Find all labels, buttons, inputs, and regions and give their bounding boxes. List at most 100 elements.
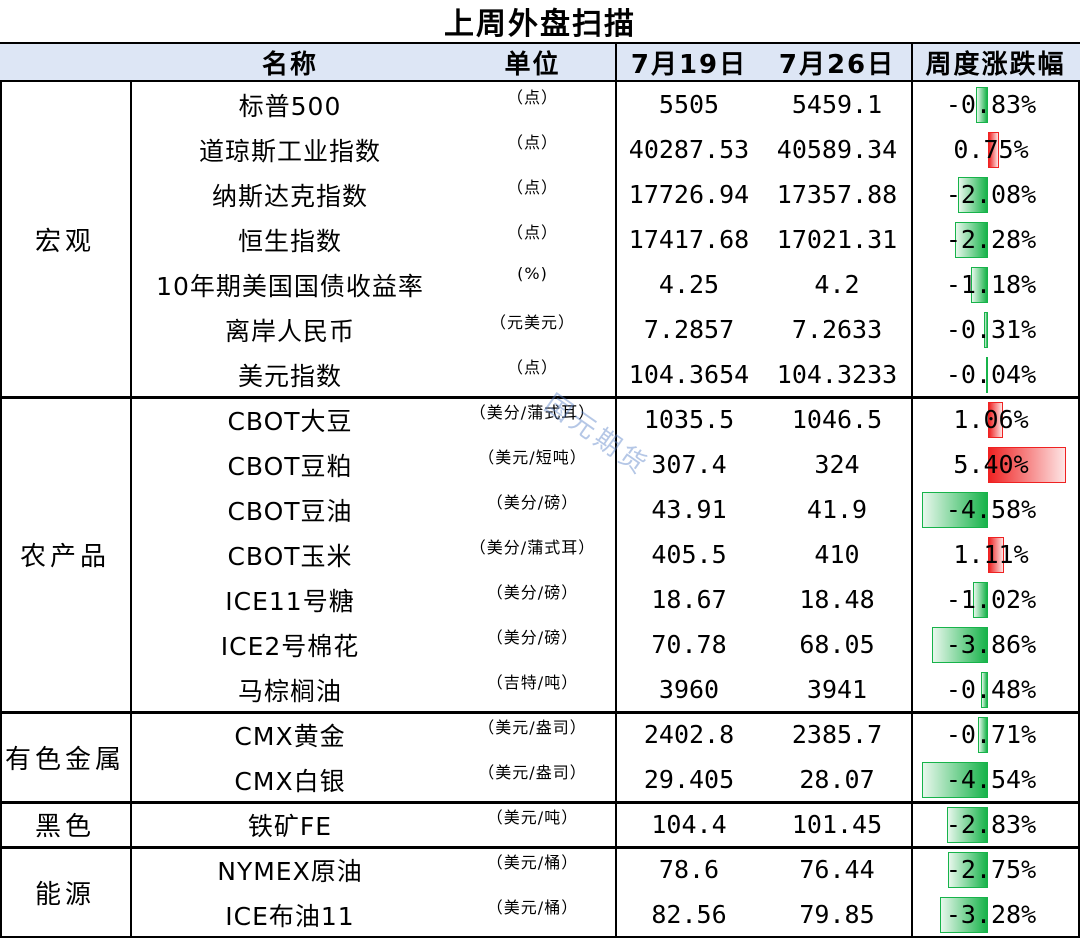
value-date2: 5459.1 bbox=[791, 90, 883, 119]
change-text: -4.58% bbox=[945, 495, 1037, 524]
unit-label: （美分/磅） bbox=[486, 583, 579, 602]
value-date1: 29.405 bbox=[643, 765, 735, 794]
table-row: CBOT豆油 （美分/磅） 43.91 41.9 -4.58% bbox=[0, 487, 1080, 532]
table-row: 10年期美国国债收益率 (%) 4.25 4.2 -1.18% bbox=[0, 262, 1080, 307]
value-date2: 2385.7 bbox=[791, 720, 883, 749]
weekly-change-cell: 0.75% bbox=[911, 127, 1080, 172]
weekly-change-cell: -2.83% bbox=[911, 802, 1080, 847]
instrument-name: ICE11号糖 bbox=[225, 586, 355, 616]
change-text: 5.40% bbox=[953, 450, 1029, 479]
value-date1: 17726.94 bbox=[628, 180, 750, 209]
value-date2: 3941 bbox=[806, 675, 868, 704]
instrument-name: 恒生指数 bbox=[237, 226, 342, 256]
change-text: 1.11% bbox=[953, 540, 1029, 569]
unit-label: （美元/桶） bbox=[486, 853, 579, 872]
weekly-change-cell: -1.02% bbox=[911, 577, 1080, 622]
change-text: -1.18% bbox=[945, 270, 1037, 299]
value-date2: 40589.34 bbox=[776, 135, 898, 164]
instrument-name: 标普500 bbox=[238, 91, 342, 121]
table-row: 美元指数 （点） 104.3654 104.3233 -0.04% bbox=[0, 352, 1080, 397]
value-date2: 4.2 bbox=[814, 270, 860, 299]
weekly-change-cell: -0.71% bbox=[911, 712, 1080, 757]
unit-label: （点） bbox=[506, 178, 558, 197]
instrument-name: ICE布油11 bbox=[225, 901, 355, 931]
unit-label: （点） bbox=[506, 223, 558, 242]
value-date1: 5505 bbox=[658, 90, 720, 119]
column-divider bbox=[0, 82, 2, 937]
value-date1: 104.4 bbox=[651, 810, 727, 839]
value-date1: 43.91 bbox=[651, 495, 727, 524]
header-name: 名称 bbox=[261, 49, 318, 80]
unit-label: （点） bbox=[506, 88, 558, 107]
column-divider bbox=[615, 82, 617, 937]
instrument-name: NYMEX原油 bbox=[217, 856, 363, 886]
table-row: 纳斯达克指数 （点） 17726.94 17357.88 -2.08% bbox=[0, 172, 1080, 217]
table-row: CBOT玉米 （美分/蒲式耳） 405.5 410 1.11% bbox=[0, 532, 1080, 577]
unit-label: （元美元） bbox=[489, 313, 575, 332]
instrument-name: 纳斯达克指数 bbox=[211, 181, 368, 211]
weekly-change-cell: 1.11% bbox=[911, 532, 1080, 577]
category-divider bbox=[0, 936, 1080, 938]
table-row: 离岸人民币 （元美元） 7.2857 7.2633 -0.31% bbox=[0, 307, 1080, 352]
instrument-name: 美元指数 bbox=[237, 361, 342, 391]
table-header: 名称 单位 7月19日 7月26日 周度涨跌幅 bbox=[0, 42, 1080, 82]
value-date2: 101.45 bbox=[791, 810, 883, 839]
unit-label: （美元/盎司） bbox=[478, 718, 587, 737]
table-row: ICE布油11 （美元/桶） 82.56 79.85 -3.28% bbox=[0, 892, 1080, 937]
change-text: 0.75% bbox=[953, 135, 1029, 164]
instrument-name: 道琼斯工业指数 bbox=[198, 136, 381, 166]
table-row: CBOT豆粕 （美元/短吨） 307.4 324 5.40% bbox=[0, 442, 1080, 487]
change-text: -2.08% bbox=[945, 180, 1037, 209]
page-title: 上周外盘扫描 bbox=[444, 7, 636, 42]
value-date2: 104.3233 bbox=[776, 360, 898, 389]
change-text: -0.48% bbox=[945, 675, 1037, 704]
value-date1: 307.4 bbox=[651, 450, 727, 479]
instrument-name: CMX白银 bbox=[234, 766, 346, 796]
value-date2: 7.2633 bbox=[791, 315, 883, 344]
weekly-change-cell: -4.58% bbox=[911, 487, 1080, 532]
value-date2: 410 bbox=[814, 540, 860, 569]
unit-label: （美分/蒲式耳） bbox=[469, 538, 596, 557]
value-date2: 324 bbox=[814, 450, 860, 479]
table-row: 道琼斯工业指数 （点） 40287.53 40589.34 0.75% bbox=[0, 127, 1080, 172]
header-unit: 单位 bbox=[504, 49, 561, 80]
unit-label: （美元/吨） bbox=[486, 808, 579, 827]
weekly-change-cell: -0.48% bbox=[911, 667, 1080, 712]
change-text: 1.06% bbox=[953, 405, 1029, 434]
weekly-change-cell: -0.31% bbox=[911, 307, 1080, 352]
change-text: -0.71% bbox=[945, 720, 1037, 749]
unit-label: （美分/磅） bbox=[486, 493, 579, 512]
weekly-change-cell: -0.04% bbox=[911, 352, 1080, 397]
value-date2: 76.44 bbox=[799, 855, 875, 884]
table-row: CMX白银 （美元/盎司） 29.405 28.07 -4.54% bbox=[0, 757, 1080, 802]
value-date1: 78.6 bbox=[658, 855, 720, 884]
unit-label: （美元/盎司） bbox=[478, 763, 587, 782]
weekly-change-cell: -0.83% bbox=[911, 82, 1080, 127]
table-row: ICE11号糖 （美分/磅） 18.67 18.48 -1.02% bbox=[0, 577, 1080, 622]
change-text: -2.75% bbox=[945, 855, 1037, 884]
change-text: -4.54% bbox=[945, 765, 1037, 794]
value-date1: 1035.5 bbox=[643, 405, 735, 434]
change-text: -3.86% bbox=[945, 630, 1037, 659]
change-text: -3.28% bbox=[945, 900, 1037, 929]
table-row: 标普500 （点） 5505 5459.1 -0.83% bbox=[0, 82, 1080, 127]
value-date2: 68.05 bbox=[799, 630, 875, 659]
value-date1: 17417.68 bbox=[628, 225, 750, 254]
instrument-name: 10年期美国国债收益率 bbox=[156, 271, 424, 301]
value-date1: 40287.53 bbox=[628, 135, 750, 164]
unit-label: （美分/磅） bbox=[486, 628, 579, 647]
value-date2: 28.07 bbox=[799, 765, 875, 794]
change-text: -0.04% bbox=[945, 360, 1037, 389]
value-date1: 2402.8 bbox=[643, 720, 735, 749]
weekly-change-cell: -2.08% bbox=[911, 172, 1080, 217]
unit-label: （美元/短吨） bbox=[478, 448, 587, 467]
header-date2: 7月26日 bbox=[778, 49, 896, 80]
table-row: NYMEX原油 （美元/桶） 78.6 76.44 -2.75% bbox=[0, 847, 1080, 892]
instrument-name: 马棕榈油 bbox=[237, 676, 342, 706]
column-divider bbox=[911, 82, 913, 937]
weekly-change-cell: -4.54% bbox=[911, 757, 1080, 802]
instrument-name: 铁矿FE bbox=[247, 811, 333, 841]
change-text: -2.28% bbox=[945, 225, 1037, 254]
instrument-name: CMX黄金 bbox=[234, 721, 346, 751]
value-date2: 17357.88 bbox=[776, 180, 898, 209]
